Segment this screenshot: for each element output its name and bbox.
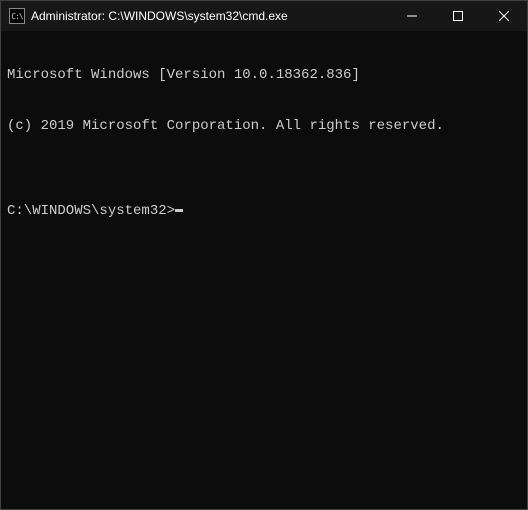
close-icon <box>499 11 509 21</box>
terminal-prompt: C:\WINDOWS\system32> <box>7 203 175 220</box>
terminal-prompt-line: C:\WINDOWS\system32> <box>7 203 521 220</box>
minimize-button[interactable] <box>389 1 435 31</box>
window-title: Administrator: C:\WINDOWS\system32\cmd.e… <box>31 9 389 23</box>
cmd-icon: C:\ <box>9 8 25 24</box>
window-controls <box>389 1 527 31</box>
maximize-icon <box>453 11 463 21</box>
minimize-icon <box>407 11 417 21</box>
cursor-icon <box>175 209 183 212</box>
terminal-output-line: (c) 2019 Microsoft Corporation. All righ… <box>7 118 521 135</box>
maximize-button[interactable] <box>435 1 481 31</box>
terminal-output-line: Microsoft Windows [Version 10.0.18362.83… <box>7 67 521 84</box>
titlebar[interactable]: C:\ Administrator: C:\WINDOWS\system32\c… <box>1 1 527 31</box>
close-button[interactable] <box>481 1 527 31</box>
cmd-window: C:\ Administrator: C:\WINDOWS\system32\c… <box>0 0 528 510</box>
terminal-area[interactable]: Microsoft Windows [Version 10.0.18362.83… <box>1 31 527 509</box>
